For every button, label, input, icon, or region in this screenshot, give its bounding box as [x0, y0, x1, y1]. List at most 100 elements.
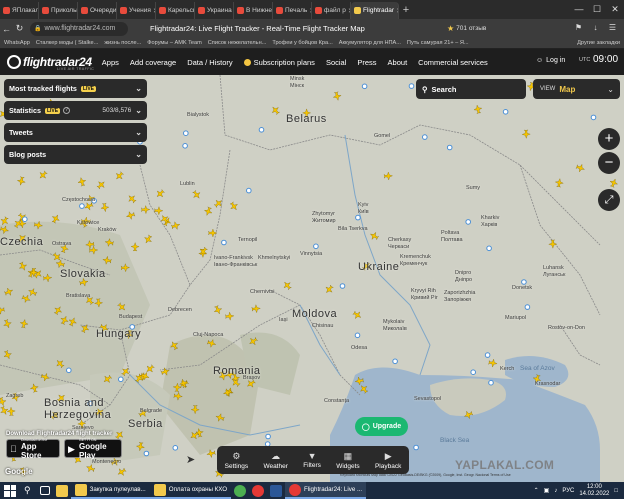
- airport-pin-icon[interactable]: [422, 134, 428, 140]
- url-field[interactable]: 🔒 www.flightradar24.com: [30, 21, 128, 36]
- windows-start-icon[interactable]: [4, 484, 16, 497]
- browser-tab[interactable]: ЯПлакал✕: [0, 2, 39, 19]
- notifications-icon[interactable]: □: [614, 488, 618, 494]
- panel-statistics[interactable]: Statistics LIVE ? 503/8,576 ⌄: [4, 101, 147, 120]
- bookmark-icon[interactable]: ⚑: [573, 22, 584, 33]
- nav-item[interactable]: Social: [326, 58, 346, 67]
- browser-tab[interactable]: Печаль✕: [273, 2, 312, 19]
- airport-pin-icon[interactable]: [355, 214, 361, 221]
- zoom-out-button[interactable]: −: [598, 152, 620, 174]
- back-icon[interactable]: ←: [0, 24, 13, 34]
- playback-button[interactable]: ▶ Playback: [375, 451, 401, 470]
- airport-pin-icon[interactable]: [313, 243, 319, 250]
- panel-tweets[interactable]: Tweets ⌄: [4, 123, 147, 142]
- bookmark-item[interactable]: Трофеи у бойцов Кра...: [272, 40, 332, 46]
- nav-item[interactable]: Apps: [102, 58, 119, 67]
- airport-pin-icon[interactable]: [258, 127, 265, 133]
- filters-button[interactable]: ▼ Filters: [303, 451, 321, 469]
- browser-tab[interactable]: файл р✕: [312, 2, 351, 19]
- view-selector[interactable]: VIEW Map ⌄: [533, 79, 620, 99]
- airport-pin-icon[interactable]: [470, 369, 477, 376]
- word-icon[interactable]: [270, 484, 283, 497]
- bookmark-item[interactable]: жизнь после...: [104, 40, 141, 46]
- browser-tab[interactable]: Карельский✕: [156, 2, 195, 19]
- search-button[interactable]: ⚲ Search: [416, 79, 526, 99]
- bookmark-item[interactable]: Аккумулятор для НПА...: [339, 40, 401, 46]
- browser-tab[interactable]: Flightradar✕: [351, 2, 399, 19]
- tray-chevron-icon[interactable]: ⌃: [534, 487, 539, 494]
- airport-pin-icon[interactable]: [486, 245, 492, 252]
- airport-pin-icon[interactable]: [361, 83, 368, 90]
- browser-tab[interactable]: Очереди✕: [78, 2, 117, 19]
- airport-pin-icon[interactable]: [221, 239, 227, 246]
- browser-tab[interactable]: Приколы✕: [39, 2, 78, 19]
- airport-pin-icon[interactable]: [143, 450, 150, 457]
- nav-item[interactable]: Press: [357, 58, 376, 67]
- panel-most-tracked[interactable]: Most tracked flights LIVE ⌄: [4, 79, 147, 98]
- nav-item[interactable]: Data / History: [187, 58, 232, 67]
- network-icon[interactable]: ▣: [544, 487, 550, 494]
- bookmark-item[interactable]: WhatsApp: [4, 40, 30, 46]
- reviews-badge[interactable]: ★ 701 отзыв: [447, 22, 486, 35]
- airport-pin-icon[interactable]: [392, 358, 398, 365]
- location-arrow-icon[interactable]: ➤: [186, 453, 195, 466]
- taskbar-search-icon[interactable]: ⚲: [24, 485, 31, 496]
- app-store-button[interactable]:  Download on the App Store: [6, 438, 60, 460]
- upgrade-button[interactable]: ◯ Upgrade: [355, 417, 408, 436]
- airport-pin-icon[interactable]: [66, 367, 72, 374]
- taskbar-app-1[interactable]: Закупка пулеулав...: [70, 482, 150, 499]
- airport-pin-icon[interactable]: [413, 444, 419, 451]
- browser-tab[interactable]: В Нижнем✕: [234, 2, 273, 19]
- taskbar-app-2[interactable]: Оплата охраны КХО: [149, 482, 232, 499]
- airport-pin-icon[interactable]: [265, 433, 271, 440]
- volume-icon[interactable]: ♪: [554, 488, 557, 494]
- google-play-button[interactable]: ▶ GET IT ON Google Play: [64, 438, 122, 460]
- airport-pin-icon[interactable]: [172, 445, 179, 451]
- widgets-button[interactable]: ▦ Widgets: [336, 451, 359, 470]
- airport-pin-icon[interactable]: [408, 83, 415, 89]
- settings-button[interactable]: ⚙ Settings: [225, 451, 249, 470]
- nav-item[interactable]: About: [388, 58, 408, 67]
- airport-pin-icon[interactable]: [524, 304, 531, 310]
- airport-pin-icon[interactable]: [22, 216, 28, 222]
- airport-pin-icon[interactable]: [446, 144, 453, 151]
- airport-pin-icon[interactable]: [339, 283, 346, 289]
- fullscreen-button[interactable]: ⤢: [598, 189, 620, 211]
- nav-item[interactable]: Add coverage: [130, 58, 176, 67]
- airport-pin-icon[interactable]: [182, 143, 188, 149]
- bookmark-item[interactable]: Путь самурая 21+ – Я...: [407, 40, 469, 46]
- airport-pin-icon[interactable]: [465, 219, 472, 225]
- browser-tab[interactable]: Учения✕: [117, 2, 156, 19]
- browser-tab[interactable]: Украина✕: [195, 2, 234, 19]
- new-tab-icon[interactable]: +: [399, 4, 413, 16]
- airport-pin-icon[interactable]: [183, 130, 189, 137]
- bookmark-item[interactable]: Форумы – AMK Team: [147, 40, 201, 46]
- minimize-icon[interactable]: —: [570, 0, 588, 19]
- bookmark-item[interactable]: Сталкер моды ( Stalke...: [36, 40, 99, 46]
- nav-item[interactable]: Subscription plans: [243, 58, 315, 67]
- maximize-icon[interactable]: ☐: [588, 0, 606, 19]
- airport-pin-icon[interactable]: [118, 376, 124, 383]
- bookmark-item[interactable]: Список нежелательн...: [208, 40, 267, 46]
- chrome-icon[interactable]: [234, 484, 247, 497]
- airport-pin-icon[interactable]: [79, 203, 85, 209]
- downloads-icon[interactable]: ↓: [590, 22, 601, 33]
- tray-clock[interactable]: 12:00 14.02.2022: [579, 484, 609, 498]
- airport-pin-icon[interactable]: [484, 352, 491, 358]
- help-icon[interactable]: ?: [63, 107, 71, 114]
- task-view-icon[interactable]: [39, 486, 50, 495]
- login-button[interactable]: ☺ Log in: [536, 57, 565, 64]
- airport-pin-icon[interactable]: [488, 379, 494, 386]
- airport-pin-icon[interactable]: [590, 114, 597, 121]
- close-window-icon[interactable]: ✕: [606, 0, 624, 19]
- weather-button[interactable]: ☁ Weather: [263, 451, 287, 470]
- panel-blog-posts[interactable]: Blog posts ⌄: [4, 145, 147, 164]
- other-bookmarks[interactable]: Другие закладки: [577, 40, 620, 46]
- language-indicator[interactable]: РУС: [562, 488, 574, 494]
- airport-pin-icon[interactable]: [354, 332, 361, 339]
- airport-pin-icon[interactable]: [502, 109, 509, 115]
- menu-icon[interactable]: ☰: [607, 22, 618, 33]
- airport-pin-icon[interactable]: [246, 187, 252, 194]
- flight-map[interactable]: Belarus Ukraine Moldova Romania Slovakia…: [0, 75, 624, 482]
- nav-item[interactable]: Commercial services: [418, 58, 488, 67]
